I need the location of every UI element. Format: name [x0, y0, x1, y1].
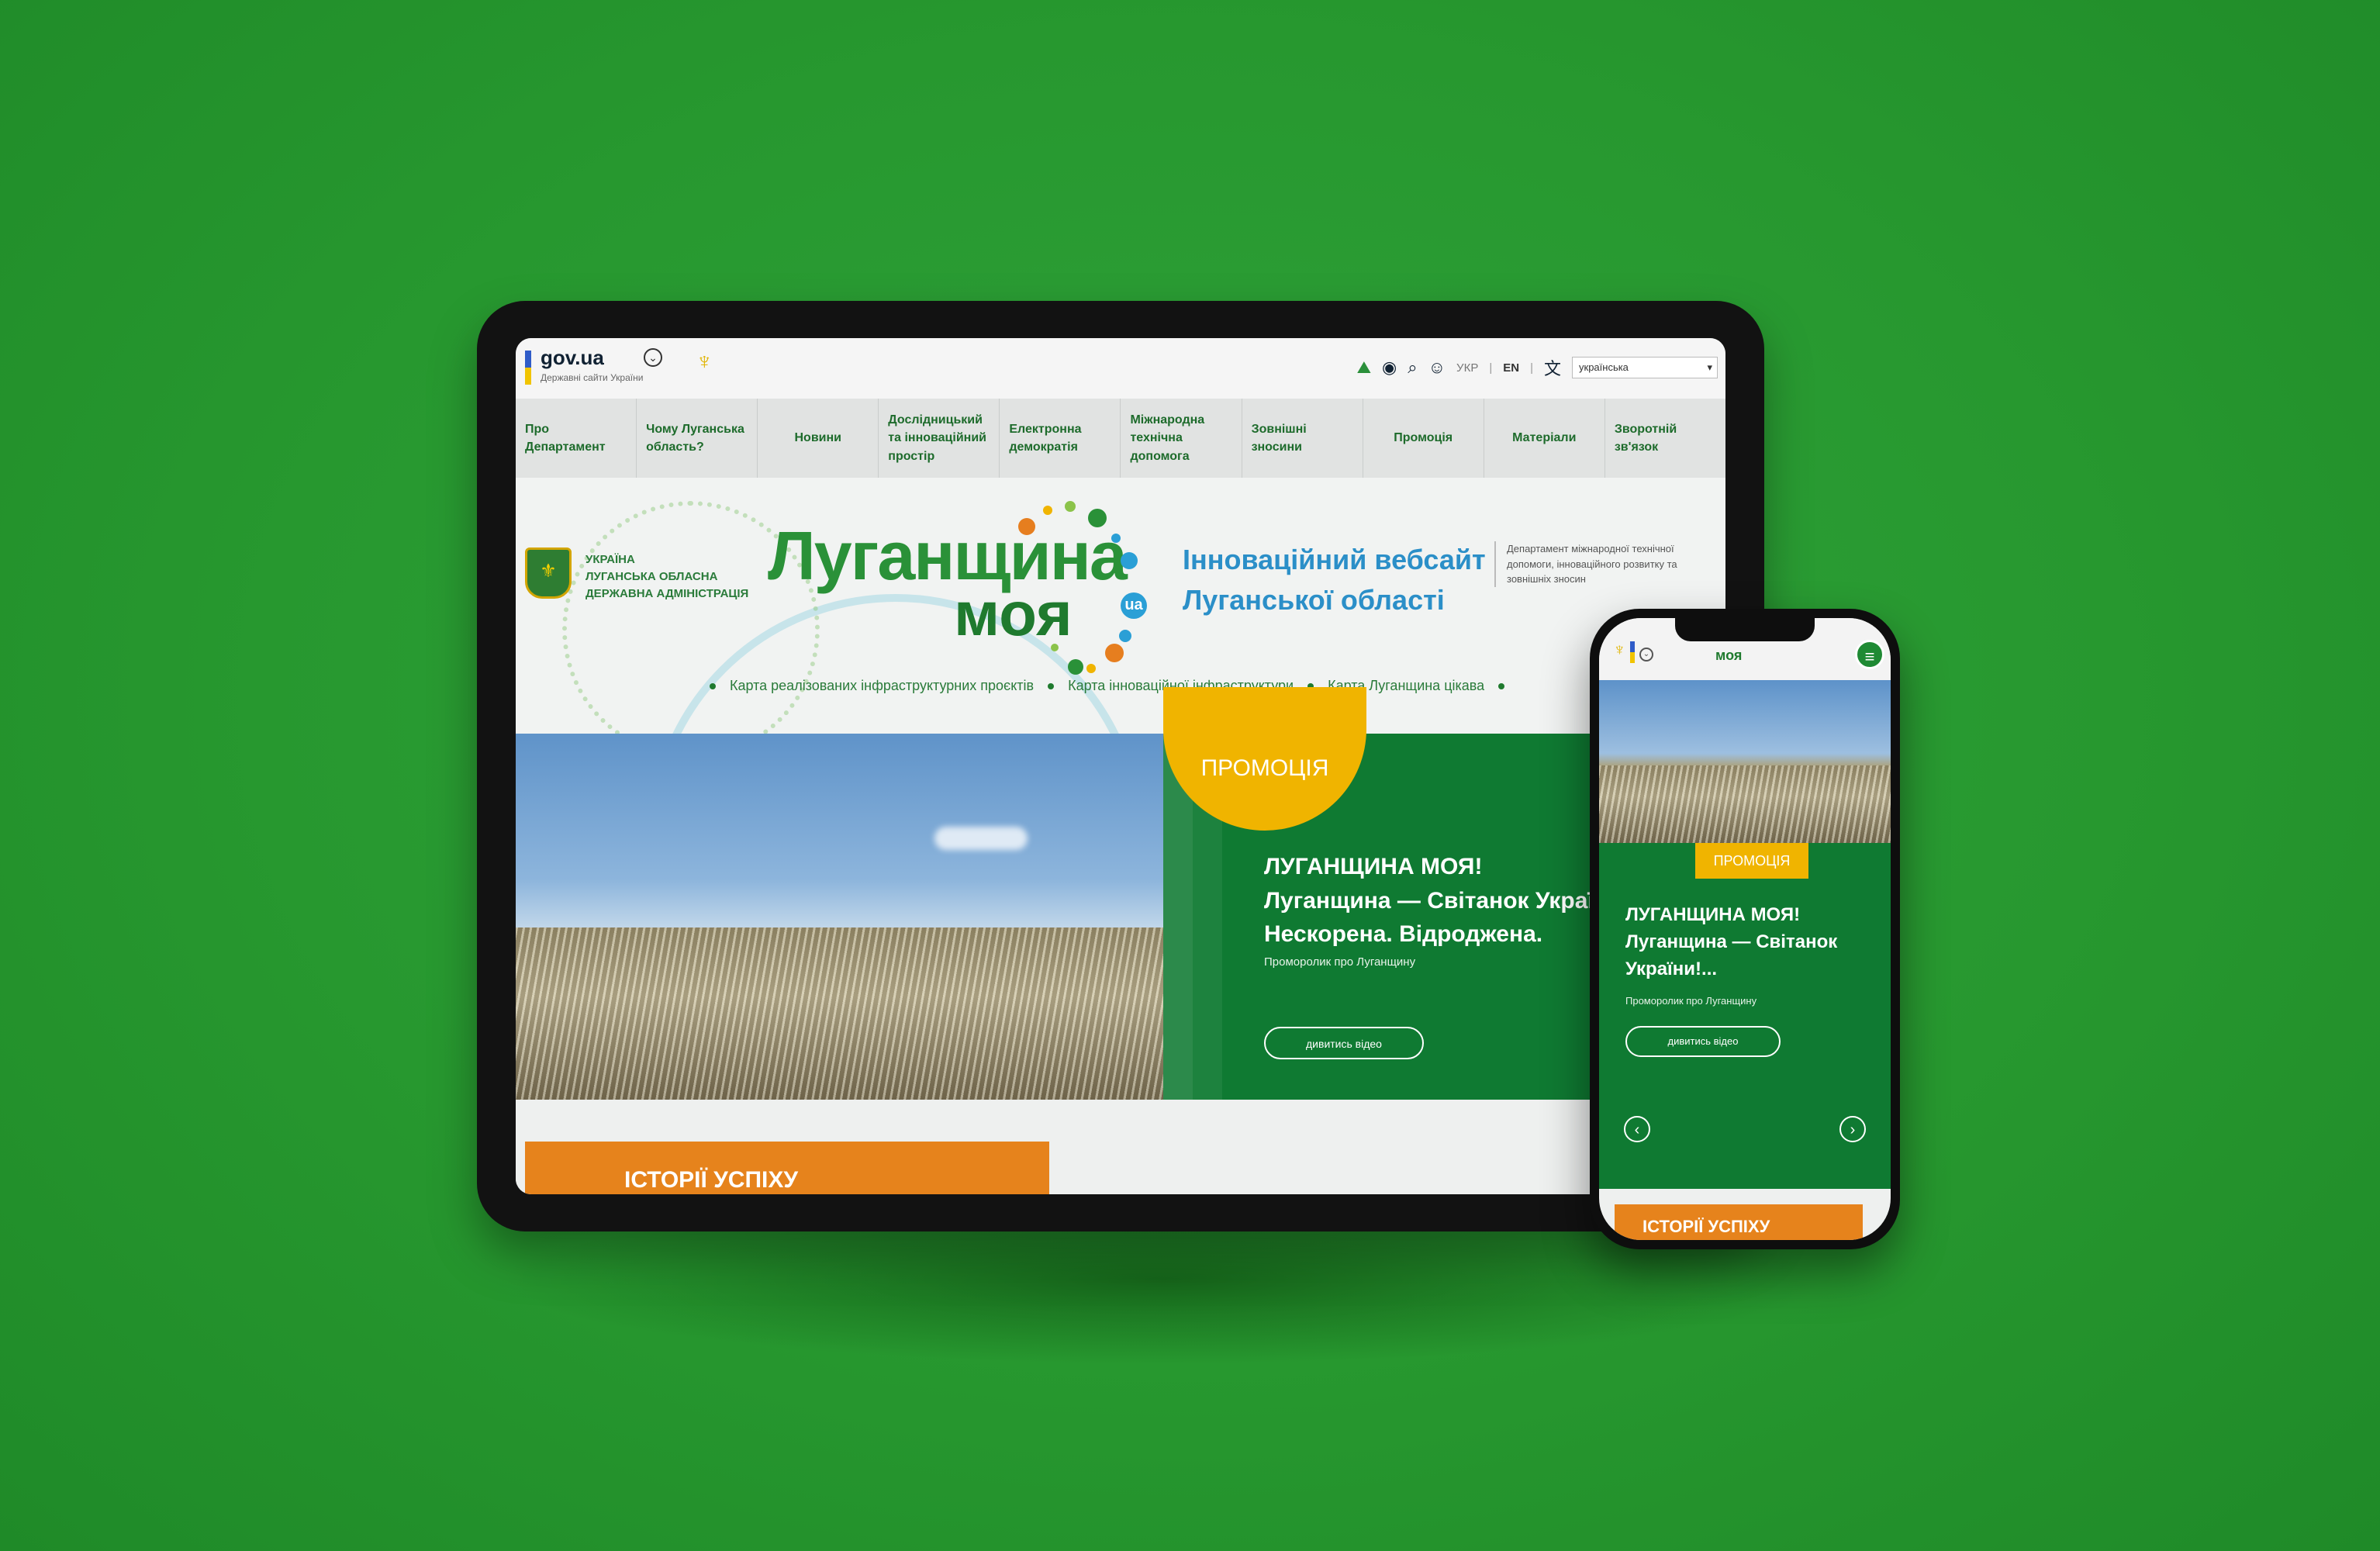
site-header: ⚜ Україна Луганська обласна державна адм…: [516, 478, 1725, 734]
nav-item-foreign-relations[interactable]: Зовнішні зносини: [1242, 399, 1363, 478]
tablet-device: gov.ua Державні сайти України ⌄ ♆ ⛰ ◉ ⌕ …: [477, 301, 1764, 1231]
translate-icon[interactable]: 文: [1544, 355, 1561, 380]
mobile-brand[interactable]: моя: [1715, 648, 1742, 664]
site-tagline: Інноваційний вебсайт Луганської області: [1183, 540, 1486, 620]
divider: |: [1530, 361, 1533, 375]
nav-item-about[interactable]: Про Департамент: [516, 399, 637, 478]
gov-topbar: gov.ua Державні сайти України ⌄ ♆ ⛰ ◉ ⌕ …: [516, 338, 1725, 399]
ukraine-flag-icon: [525, 351, 531, 385]
main-nav: Про Департамент Чому Луганська область? …: [516, 399, 1725, 478]
mobile-success-stories-heading[interactable]: ІСТОРІЇ УСПІХУ: [1615, 1204, 1863, 1240]
divider: |: [1489, 361, 1493, 375]
logo-dot: [1043, 506, 1052, 515]
nav-item-news[interactable]: Новини: [758, 399, 879, 478]
toolbar: ⛰ ◉ ⌕ ☺ УКР | EN | 文 українська: [1357, 352, 1718, 383]
slide-title: ЛУГАНЩИНА МОЯ! Луганщина — Світанок Укра…: [1264, 850, 1630, 952]
map-icon[interactable]: ⛰: [1357, 358, 1371, 378]
link-infrastructure-projects-map[interactable]: Карта реалізованих інфраструктурних проє…: [730, 678, 1034, 694]
logo-dot: [1121, 552, 1138, 569]
mobile-watch-video-button[interactable]: дивитись відео: [1625, 1026, 1781, 1057]
content-section: ІСТОРІЇ УСПІХУ: [516, 1100, 1725, 1194]
nav-item-technical-aid[interactable]: Міжнародна технічна допомога: [1121, 399, 1242, 478]
admin-line: Луганська обласна: [586, 569, 718, 583]
brand-subtitle[interactable]: моя: [954, 579, 1073, 650]
mobile-slide-title: ЛУГАНЩИНА МОЯ! Луганщина — Світанок Укра…: [1625, 902, 1837, 983]
bullet: [1498, 682, 1505, 689]
slide-subtitle: Проморолик про Луганщину: [1264, 955, 1416, 969]
cloud: [934, 827, 1028, 850]
slide-title-line: Нескорена. Відроджена.: [1264, 921, 1543, 947]
lang-en-link[interactable]: EN: [1503, 361, 1519, 375]
logo-dot: [1065, 501, 1076, 512]
map-links: Карта реалізованих інфраструктурних проє…: [710, 678, 1505, 694]
phone-notch: [1675, 618, 1815, 641]
logo-dot: [1088, 509, 1107, 527]
user-icon[interactable]: ☺: [1428, 358, 1446, 378]
eye-icon[interactable]: ◉: [1382, 358, 1397, 378]
logo-dot: [1086, 664, 1096, 673]
logo-dot: [1018, 518, 1035, 535]
watch-video-button[interactable]: дивитись відео: [1264, 1027, 1424, 1059]
grass: [1599, 765, 1891, 843]
coat-of-arms-icon: ⚜: [525, 548, 572, 599]
promo-slider: ПРОМОЦІЯ ЛУГАНЩИНА МОЯ! Луганщина — Світ…: [516, 687, 1725, 1100]
language-select[interactable]: українська: [1572, 357, 1718, 378]
logo-dot: [1119, 630, 1131, 642]
trident-icon: ♆: [696, 349, 713, 375]
success-stories-heading[interactable]: ІСТОРІЇ УСПІХУ: [525, 1142, 1049, 1194]
arrow-left-icon[interactable]: ‹: [1624, 1116, 1650, 1142]
admin-name: Україна Луганська обласна державна адмін…: [586, 551, 748, 602]
slide-title-line: Луганщина — Світанок України!: [1264, 887, 1631, 914]
steppe-photo: [516, 734, 1163, 1100]
chevron-down-icon[interactable]: ⌄: [1639, 648, 1653, 662]
search-icon[interactable]: ⌕: [1408, 358, 1417, 378]
chevron-down-icon[interactable]: ⌄: [644, 348, 662, 367]
nav-item-materials[interactable]: Матеріали: [1484, 399, 1605, 478]
phone-device: ♆ ⌄ моя ≡ ПРОМОЦІЯ ЛУГАНЩИНА МОЯ! Луганщ…: [1590, 609, 1900, 1249]
bullet: [710, 682, 716, 689]
phone-screen: ♆ ⌄ моя ≡ ПРОМОЦІЯ ЛУГАНЩИНА МОЯ! Луганщ…: [1599, 618, 1891, 1240]
admin-line: Україна: [586, 553, 635, 566]
mobile-category-badge[interactable]: ПРОМОЦІЯ: [1695, 843, 1808, 879]
mobile-promo-panel: ПРОМОЦІЯ ЛУГАНЩИНА МОЯ! Луганщина — Світ…: [1599, 843, 1891, 1189]
slide-title-line: України!...: [1625, 958, 1718, 979]
slide-title-line: Луганщина — Світанок: [1625, 931, 1838, 952]
menu-icon[interactable]: ≡: [1855, 640, 1884, 669]
gov-logo[interactable]: gov.ua: [541, 346, 604, 370]
brand-ua-badge: ua: [1121, 592, 1147, 619]
mobile-slide-subtitle: Проморолик про Луганщину: [1625, 995, 1757, 1007]
logo-dot: [1105, 644, 1124, 662]
grass: [516, 927, 1163, 1100]
logo-dot: [1111, 534, 1121, 543]
nav-item-promotion[interactable]: Промоція: [1363, 399, 1484, 478]
trident-icon: ♆: [1613, 640, 1626, 659]
logo-dot: [1068, 659, 1083, 675]
department-name: Департамент міжнародної технічної допомо…: [1494, 541, 1724, 587]
bullet: [1048, 682, 1055, 689]
slide-title-line: ЛУГАНЩИНА МОЯ!: [1625, 904, 1801, 925]
nav-item-feedback[interactable]: Зворотній зв'язок: [1605, 399, 1725, 478]
lang-uk-link[interactable]: УКР: [1456, 361, 1478, 375]
arrow-right-icon[interactable]: ›: [1839, 1116, 1866, 1142]
gov-subtitle: Державні сайти України: [541, 372, 644, 383]
nav-item-research[interactable]: Дослідницький та інноваційний простір: [879, 399, 1000, 478]
nav-item-e-democracy[interactable]: Електронна демократія: [1000, 399, 1121, 478]
logo-dot: [1051, 644, 1059, 651]
ukraine-flag-icon: [1630, 641, 1635, 663]
mobile-steppe-photo: [1599, 680, 1891, 843]
slide-title-line: ЛУГАНЩИНА МОЯ!: [1264, 854, 1483, 879]
tagline-line: Інноваційний вебсайт: [1183, 544, 1486, 575]
nav-item-why-luhansk[interactable]: Чому Луганська область?: [637, 399, 758, 478]
tagline-line: Луганської області: [1183, 584, 1445, 617]
tablet-screen: gov.ua Державні сайти України ⌄ ♆ ⛰ ◉ ⌕ …: [516, 338, 1725, 1194]
admin-line: державна адміністрація: [586, 586, 749, 600]
